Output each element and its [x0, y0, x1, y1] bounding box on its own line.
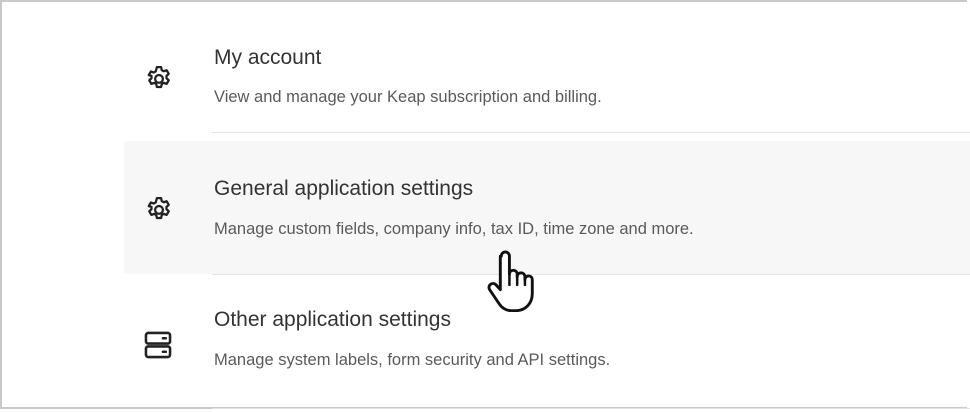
settings-item-description: Manage system labels, form security and … — [214, 351, 611, 369]
settings-item-general-application-settings[interactable]: General application settings Manage cust… — [124, 141, 970, 274]
divider — [212, 132, 970, 133]
settings-item-title: General application settings — [214, 177, 474, 200]
gear-icon — [147, 66, 170, 89]
settings-item-title: Other application settings — [214, 308, 451, 331]
divider — [212, 274, 970, 275]
server-icon — [144, 331, 172, 359]
settings-item-title: My account — [214, 46, 322, 69]
settings-item-description: Manage custom fields, company info, tax … — [214, 220, 694, 238]
settings-item-description: View and manage your Keap subscription a… — [214, 88, 602, 106]
settings-item-my-account[interactable]: My account View and manage your Keap sub… — [124, 34, 970, 132]
settings-panel: My account View and manage your Keap sub… — [0, 0, 970, 409]
divider — [212, 408, 970, 409]
settings-item-other-application-settings[interactable]: Other application settings Manage system… — [124, 284, 970, 402]
gear-icon — [147, 197, 170, 220]
